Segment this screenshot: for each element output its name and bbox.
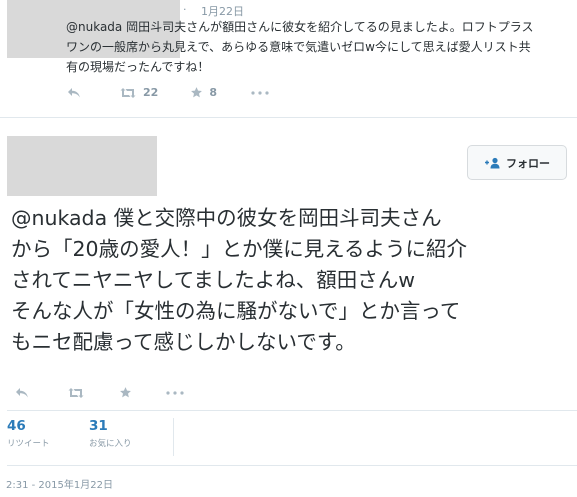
star-icon <box>120 387 131 398</box>
favorite-count: 8 <box>209 86 217 99</box>
retweet-icon <box>68 387 84 398</box>
stats-separator <box>173 418 174 456</box>
main-text-line: から「20歳の愛人！」とか僕に見えるように紹介 <box>11 237 467 261</box>
more-icon <box>251 90 269 95</box>
retweet-count: 22 <box>143 86 159 99</box>
reply-text-line: ワンの一般席から丸見えで、あらゆる意味で気遣いゼロw今にして思えば愛人リスト共 <box>66 40 531 54</box>
retweet-stat-count: 46 <box>7 418 26 434</box>
reply-text-line: @nukada 岡田斗司夫さんが額田さんに彼女を紹介してるの見ましたよ。ロフトプ… <box>66 20 534 34</box>
star-icon <box>191 87 203 98</box>
follow-person-icon <box>485 157 500 168</box>
retweet-stat-label: リツイート <box>7 439 50 449</box>
reply-tweet-actions: 22 8 <box>67 86 269 99</box>
follow-button-label: フォロー <box>506 156 550 170</box>
more-icon <box>166 390 184 395</box>
retweet-button[interactable] <box>67 387 85 399</box>
favorite-stat[interactable]: 31 お気に入り <box>89 418 161 458</box>
favorite-button[interactable]: 8 <box>190 86 217 99</box>
time-separator: · <box>183 3 187 16</box>
retweet-icon <box>120 87 136 98</box>
favorite-stat-count: 31 <box>89 418 108 434</box>
redacted-user-header <box>7 136 157 196</box>
follow-button[interactable]: フォロー <box>467 145 567 180</box>
retweet-button[interactable]: 22 <box>119 86 158 99</box>
reply-tweet-text: @nukada 岡田斗司夫さんが額田さんに彼女を紹介してるの見ましたよ。ロフトプ… <box>66 17 571 77</box>
favorite-stat-label: お気に入り <box>89 439 132 449</box>
retweet-stat[interactable]: 46 リツイート <box>7 418 89 458</box>
reply-tweet: · 1月22日 @nukada 岡田斗司夫さんが額田さんに彼女を紹介してるの見ま… <box>0 0 577 117</box>
main-text-line: @nukada 僕と交際中の彼女を岡田斗司夫さん <box>11 206 442 230</box>
tweet-timestamp: 2:31 - 2015年1月22日 <box>6 480 113 491</box>
tweet-stats: 46 リツイート 31 お気に入り <box>7 418 161 458</box>
main-text-line: もニセ配慮って感じしかしないです。 <box>11 330 356 354</box>
main-text-line: そんな人が「女性の為に騒がないで」とか言って <box>11 299 461 323</box>
stats-divider <box>7 410 577 411</box>
reply-text-line: 有の現場だったんですね！ <box>66 60 210 74</box>
reply-button[interactable] <box>15 387 29 399</box>
tweet-divider <box>0 117 577 118</box>
main-text-line: されてニヤニヤしてましたよね、額田さんw <box>11 268 416 292</box>
more-button[interactable] <box>166 390 184 395</box>
favorite-button[interactable] <box>119 386 132 399</box>
timestamp-divider <box>7 465 577 466</box>
main-tweet-text: @nukada 僕と交際中の彼女を岡田斗司夫さん から「20歳の愛人！」とか僕に… <box>11 203 576 358</box>
more-button[interactable] <box>251 90 269 95</box>
reply-button[interactable] <box>67 87 81 99</box>
reply-icon <box>68 87 80 97</box>
reply-icon <box>16 387 28 397</box>
main-tweet-actions <box>15 386 184 399</box>
